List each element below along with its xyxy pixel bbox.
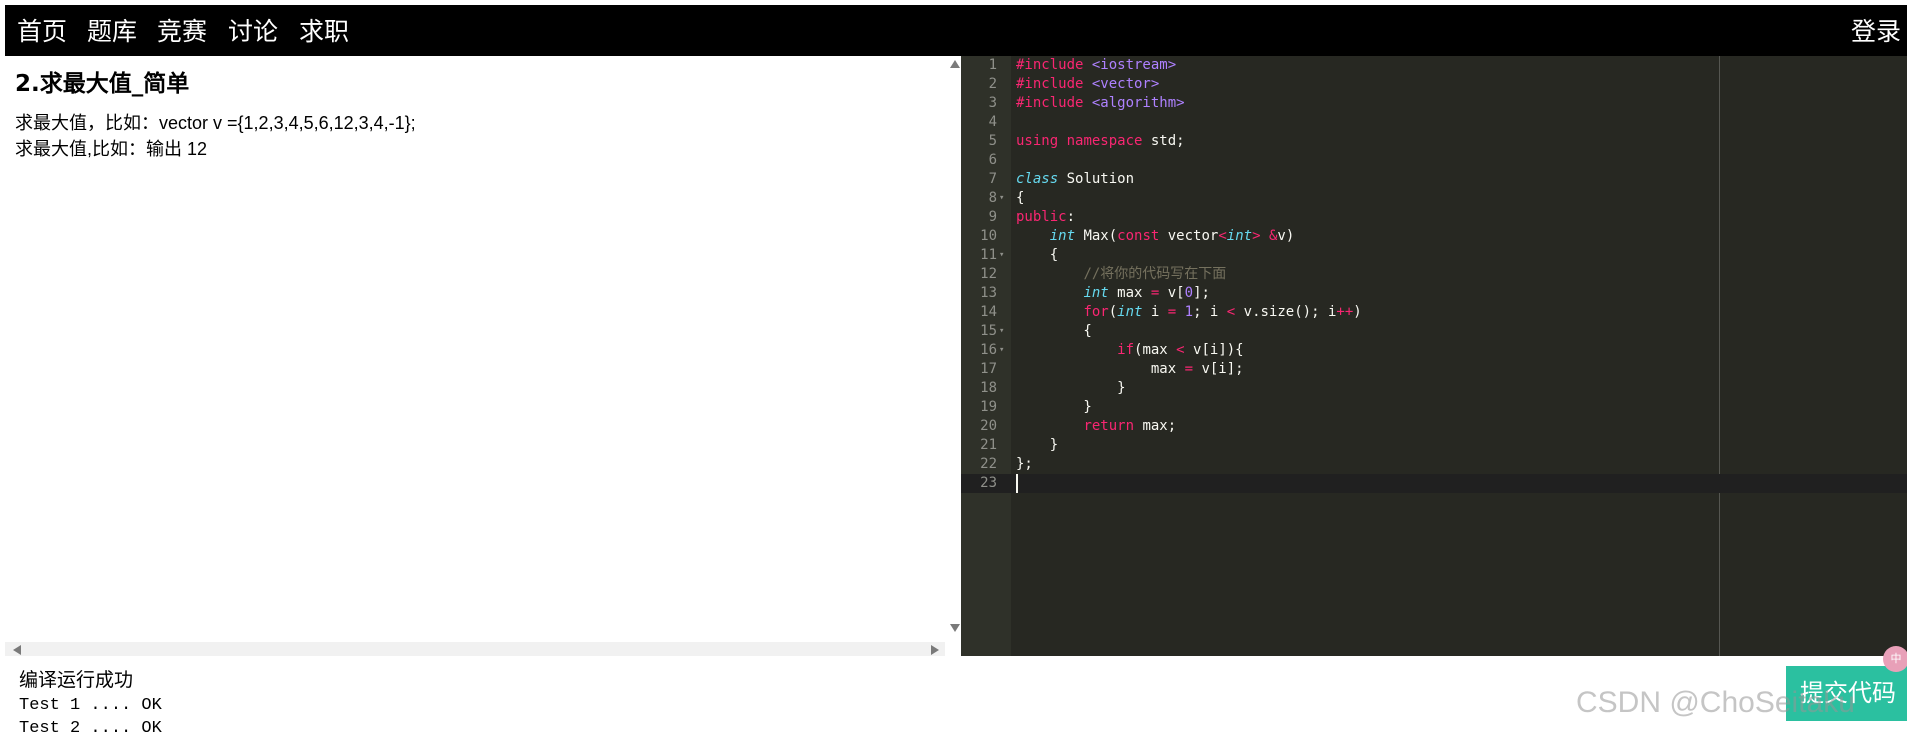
line-number: 20 bbox=[980, 418, 997, 434]
nav-jobs[interactable]: 求职 bbox=[299, 17, 349, 47]
line-number: 16 bbox=[980, 342, 997, 358]
code-text[interactable]: } bbox=[1016, 436, 1058, 455]
fold-arrow-icon[interactable]: ▾ bbox=[999, 322, 1004, 341]
code-line[interactable]: 12 //将你的代码写在下面 bbox=[961, 265, 1907, 284]
code-text[interactable]: if(max < v[i]){ bbox=[1016, 341, 1243, 360]
code-line[interactable]: 2 #include <vector> bbox=[961, 75, 1907, 94]
line-number: 12 bbox=[980, 266, 997, 282]
code-text[interactable]: for(int i = 1; i < v.size(); i++) bbox=[1016, 303, 1361, 322]
scroll-down-arrow-icon[interactable] bbox=[950, 624, 960, 632]
code-text[interactable]: max = v[i]; bbox=[1016, 360, 1244, 379]
code-text[interactable]: { bbox=[1016, 189, 1024, 208]
code-line[interactable]: 8 ▾ { bbox=[961, 189, 1907, 208]
fold-arrow-icon[interactable]: ▾ bbox=[999, 246, 1004, 265]
line-number: 13 bbox=[980, 285, 997, 301]
line-number: 19 bbox=[980, 399, 997, 415]
code-text[interactable]: }; bbox=[1016, 455, 1033, 474]
line-number: 18 bbox=[980, 380, 997, 396]
line-number: 5 bbox=[988, 133, 997, 149]
line-number: 23 bbox=[980, 475, 997, 491]
code-line[interactable]: 17 max = v[i]; bbox=[961, 360, 1907, 379]
result-status: 编译运行成功 bbox=[19, 670, 134, 691]
code-line[interactable]: 21 } bbox=[961, 436, 1907, 455]
code-text[interactable]: //将你的代码写在下面 bbox=[1016, 265, 1226, 284]
code-text[interactable]: #include <vector> bbox=[1016, 75, 1159, 94]
code-line[interactable]: 10 int Max(const vector<int> &v) bbox=[961, 227, 1907, 246]
nav-contest[interactable]: 竞赛 bbox=[157, 17, 207, 47]
scroll-right-arrow-icon[interactable] bbox=[931, 645, 939, 655]
test-result-line: Test 1 .... OK bbox=[19, 696, 162, 715]
code-text[interactable]: } bbox=[1016, 398, 1091, 417]
code-line[interactable]: 20 return max; bbox=[961, 417, 1907, 436]
code-line[interactable]: 7 class Solution bbox=[961, 170, 1907, 189]
line-number: 7 bbox=[988, 171, 997, 187]
nav-discussion[interactable]: 讨论 bbox=[228, 17, 278, 47]
code-line[interactable]: 14 for(int i = 1; i < v.size(); i++) bbox=[961, 303, 1907, 322]
problem-desc-line-1: 求最大值，比如：vector v ={1,2,3,4,5,6,12,3,4,-1… bbox=[15, 113, 416, 133]
watermark: CSDN @ChoSeitaku bbox=[1576, 686, 1855, 719]
code-text[interactable]: using namespace std; bbox=[1016, 132, 1185, 151]
horizontal-scrollbar[interactable] bbox=[5, 642, 945, 656]
code-line[interactable]: 13 int max = v[0]; bbox=[961, 284, 1907, 303]
code-text[interactable]: } bbox=[1016, 379, 1125, 398]
line-number: 8 bbox=[988, 190, 997, 206]
code-line[interactable]: 6 bbox=[961, 151, 1907, 170]
code-text[interactable]: class Solution bbox=[1016, 170, 1134, 189]
login-link[interactable]: 登录 bbox=[1851, 17, 1901, 47]
line-number: 17 bbox=[980, 361, 997, 377]
code-line[interactable]: 11 ▾ { bbox=[961, 246, 1907, 265]
line-number: 1 bbox=[988, 57, 997, 73]
code-text[interactable]: { bbox=[1016, 246, 1058, 265]
code-line[interactable]: 4 bbox=[961, 113, 1907, 132]
code-text[interactable]: int max = v[0]; bbox=[1016, 284, 1209, 303]
code-editor[interactable]: 1 #include <iostream> 2 #include <vector> 3 #… bbox=[961, 56, 1907, 656]
nav-home[interactable]: 首页 bbox=[17, 17, 67, 47]
code-line[interactable]: 15 ▾ { bbox=[961, 322, 1907, 341]
line-number: 21 bbox=[980, 437, 997, 453]
code-text[interactable]: public: bbox=[1016, 208, 1075, 227]
code-line[interactable]: 3 #include <algorithm> bbox=[961, 94, 1907, 113]
line-number: 2 bbox=[988, 76, 997, 92]
scroll-left-arrow-icon[interactable] bbox=[13, 645, 21, 655]
test-result-line: Test 2 .... OK bbox=[19, 719, 162, 738]
code-line[interactable]: 5 using namespace std; bbox=[961, 132, 1907, 151]
code-line[interactable]: 18 } bbox=[961, 379, 1907, 398]
scroll-up-arrow-icon[interactable] bbox=[950, 60, 960, 68]
line-number: 6 bbox=[988, 152, 997, 168]
line-number: 3 bbox=[988, 95, 997, 111]
problem-desc-line-2: 求最大值,比如：输出 12 bbox=[15, 139, 208, 159]
code-line[interactable]: 1 #include <iostream> bbox=[961, 56, 1907, 75]
line-number: 22 bbox=[980, 456, 997, 472]
code-line[interactable]: 16 ▾ if(max < v[i]){ bbox=[961, 341, 1907, 360]
code-text[interactable]: return max; bbox=[1016, 417, 1176, 436]
problem-panel: 2.求最大值_简单 求最大值，比如：vector v ={1,2,3,4,5,6… bbox=[5, 56, 961, 656]
line-number: 4 bbox=[988, 114, 997, 130]
line-number: 11 bbox=[980, 247, 997, 263]
line-number: 15 bbox=[980, 323, 997, 339]
problem-description: 求最大值，比如：vector v ={1,2,3,4,5,6,12,3,4,-1… bbox=[15, 110, 416, 162]
top-navbar: 首页 题库 竞赛 讨论 求职 登录 bbox=[5, 5, 1907, 56]
code-text[interactable]: #include <iostream> bbox=[1016, 56, 1176, 75]
run-result-panel: 编译运行成功 Test 1 .... OK Test 2 .... OK bbox=[19, 668, 162, 740]
code-text[interactable]: int Max(const vector<int> &v) bbox=[1016, 227, 1295, 246]
fold-arrow-icon[interactable]: ▾ bbox=[999, 341, 1004, 360]
code-text[interactable]: { bbox=[1016, 322, 1091, 341]
floating-badge-icon[interactable]: 中 bbox=[1883, 646, 1907, 672]
text-cursor bbox=[1016, 474, 1018, 493]
code-line[interactable]: 9 public: bbox=[961, 208, 1907, 227]
code-text[interactable]: #include <algorithm> bbox=[1016, 94, 1185, 113]
code-line[interactable]: 22}; bbox=[961, 455, 1907, 474]
nav-problems[interactable]: 题库 bbox=[87, 17, 137, 47]
code-line[interactable]: 19 } bbox=[961, 398, 1907, 417]
problem-title: 2.求最大值_简单 bbox=[15, 71, 190, 97]
line-number: 10 bbox=[980, 228, 997, 244]
line-number: 14 bbox=[980, 304, 997, 320]
line-number: 9 bbox=[988, 209, 997, 225]
fold-arrow-icon[interactable]: ▾ bbox=[999, 189, 1004, 208]
code-line[interactable]: 23 bbox=[961, 474, 1907, 493]
